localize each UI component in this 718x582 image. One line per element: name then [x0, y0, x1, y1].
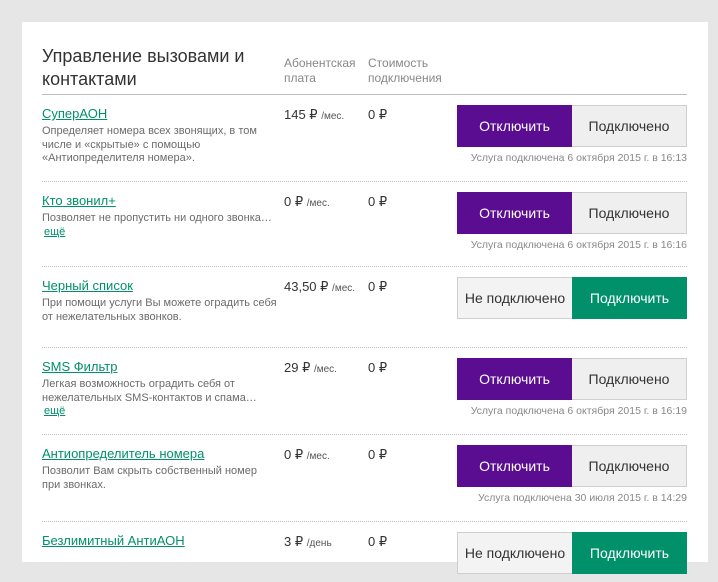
- service-cost: 0 ₽: [368, 447, 388, 462]
- connection-status: Услуга подключена 6 октября 2015 г. в 16…: [470, 239, 687, 251]
- column-header-fee: Абонентская плата: [284, 56, 356, 85]
- service-description: При помощи услуги Вы можете оградить себ…: [42, 297, 277, 323]
- service-cost: 0 ₽: [368, 194, 388, 209]
- more-link[interactable]: ещё: [44, 405, 65, 417]
- service-description: Позволяет не пропустить ни одного звонка…: [42, 212, 272, 238]
- disconnect-button[interactable]: Отключить: [457, 105, 572, 147]
- service-toggle: Не подключено Подключить: [457, 277, 687, 319]
- service-fee: 29 ₽ /мес.: [284, 360, 337, 375]
- service-cost: 0 ₽: [368, 107, 388, 122]
- service-toggle: Отключить Подключено: [457, 358, 687, 400]
- connected-state[interactable]: Подключено: [572, 192, 687, 234]
- connect-button[interactable]: Подключить: [572, 277, 687, 319]
- service-link-black-list[interactable]: Черный список: [42, 278, 133, 293]
- connected-state[interactable]: Подключено: [572, 445, 687, 487]
- service-description: Легкая возможность оградить себя от неже…: [42, 378, 257, 417]
- service-fee: 145 ₽ /мес.: [284, 107, 345, 122]
- connect-button[interactable]: Подключить: [572, 532, 687, 574]
- services-panel: Управление вызовами и контактами Абонент…: [22, 22, 708, 574]
- service-row-unlimited-antiaon: Безлимитный АнтиАОН 3 ₽ /день 0 ₽ Не под…: [42, 522, 687, 582]
- disconnect-button[interactable]: Отключить: [457, 358, 572, 400]
- connected-state[interactable]: Подключено: [572, 358, 687, 400]
- service-row-anti-caller-id: Антиопределитель номера Позволит Вам скр…: [42, 435, 687, 522]
- service-fee: 3 ₽ /день: [284, 534, 332, 549]
- page-title: Управление вызовами и контактами: [42, 46, 245, 89]
- connection-status: Услуга подключена 6 октября 2015 г. в 16…: [470, 152, 687, 164]
- service-toggle: Отключить Подключено: [457, 105, 687, 147]
- service-toggle: Отключить Подключено: [457, 192, 687, 234]
- service-fee: 0 ₽ /мес.: [284, 194, 330, 209]
- service-fee: 0 ₽ /мес.: [284, 447, 330, 462]
- service-cost: 0 ₽: [368, 279, 388, 294]
- column-header-cost: Стоимость подключения: [368, 56, 442, 85]
- not-connected-state[interactable]: Не подключено: [457, 277, 572, 319]
- service-link-anti-caller-id[interactable]: Антиопределитель номера: [42, 446, 204, 461]
- service-description: Позволит Вам скрыть собственный номер пр…: [42, 465, 257, 491]
- service-toggle: Отключить Подключено: [457, 445, 687, 487]
- not-connected-state[interactable]: Не подключено: [457, 532, 572, 574]
- service-fee: 43,50 ₽ /мес.: [284, 279, 356, 294]
- service-toggle: Не подключено Подключить: [457, 532, 687, 574]
- connection-status: Услуга подключена 6 октября 2015 г. в 16…: [470, 405, 687, 417]
- service-description: Определяет номера всех звонящих, в том ч…: [42, 125, 257, 164]
- disconnect-button[interactable]: Отключить: [457, 192, 572, 234]
- service-row-black-list: Черный список При помощи услуги Вы может…: [42, 267, 687, 348]
- service-link-kto-zvonil[interactable]: Кто звонил+: [42, 193, 116, 208]
- service-row-sms-filter: SMS Фильтр Легкая возможность оградить с…: [42, 348, 687, 435]
- service-row-kto-zvonil: Кто звонил+ Позволяет не пропустить ни о…: [42, 182, 687, 267]
- table-header: Управление вызовами и контактами Абонент…: [42, 42, 687, 95]
- service-link-superaon[interactable]: СуперАОН: [42, 106, 107, 121]
- disconnect-button[interactable]: Отключить: [457, 445, 572, 487]
- service-cost: 0 ₽: [368, 534, 388, 549]
- connected-state[interactable]: Подключено: [572, 105, 687, 147]
- service-link-unlimited-antiaon[interactable]: Безлимитный АнтиАОН: [42, 533, 185, 548]
- service-link-sms-filter[interactable]: SMS Фильтр: [42, 359, 117, 374]
- more-link[interactable]: ещё: [44, 226, 65, 238]
- service-row-superaon: СуперАОН Определяет номера всех звонящих…: [42, 95, 687, 182]
- service-cost: 0 ₽: [368, 360, 388, 375]
- connection-status: Услуга подключена 30 июля 2015 г. в 14:2…: [478, 492, 687, 504]
